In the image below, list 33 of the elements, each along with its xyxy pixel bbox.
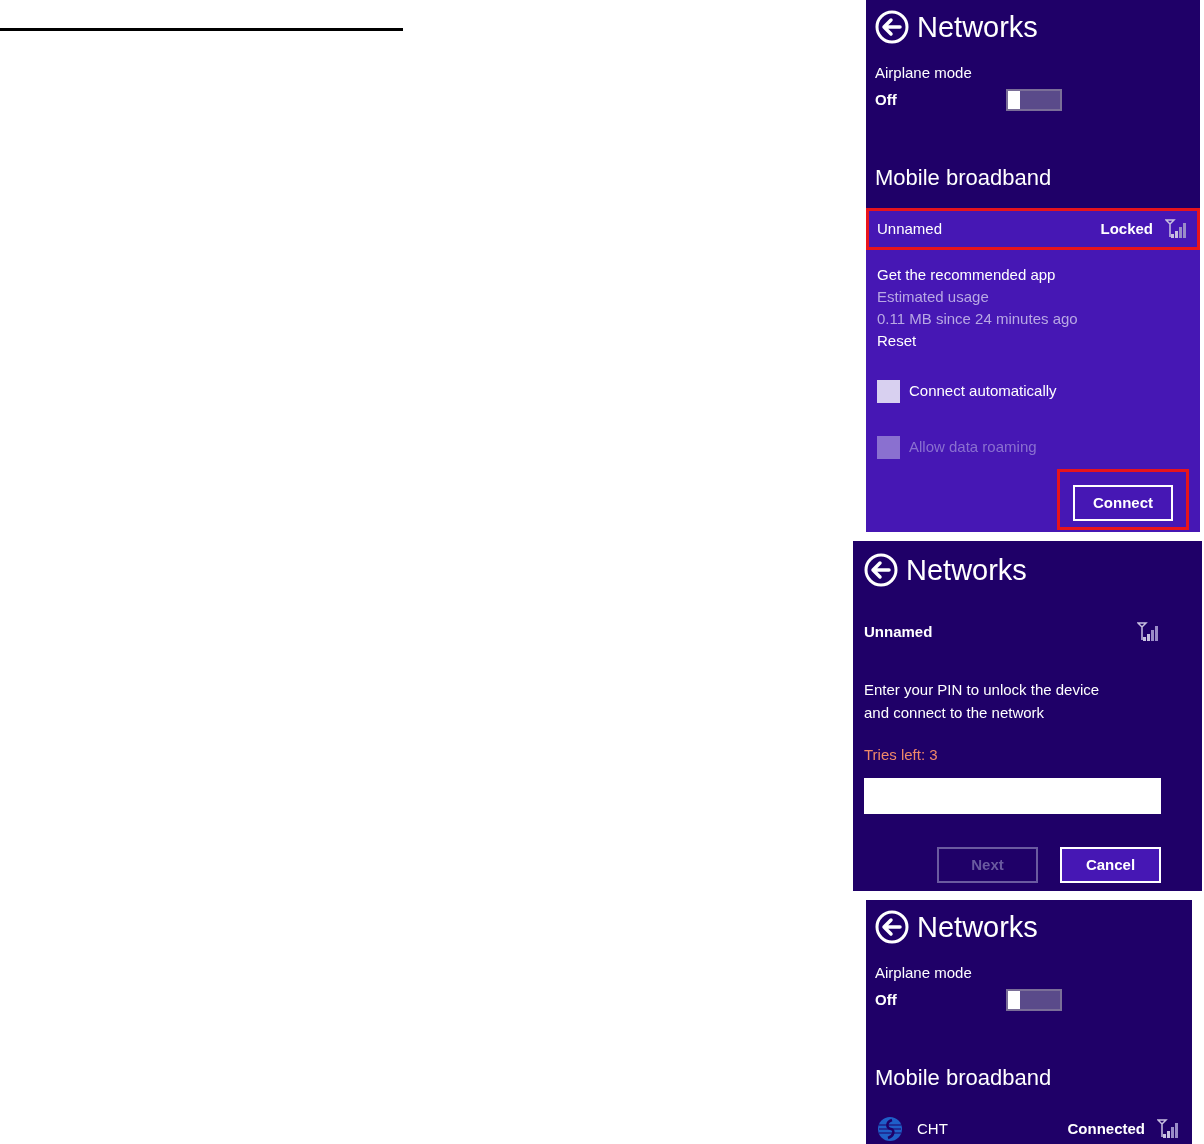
airplane-mode-toggle[interactable]	[1006, 88, 1062, 111]
network-status: Locked	[1100, 218, 1153, 239]
recommended-app-link[interactable]: Get the recommended app	[877, 264, 1189, 286]
airplane-mode-label: Airplane mode	[875, 963, 973, 983]
airplane-mode-value: Off	[875, 89, 898, 110]
panel-title: Networks	[917, 12, 1038, 42]
checkbox-label: Connect automatically	[909, 381, 1057, 402]
panel-title: Networks	[906, 555, 1027, 585]
carrier-logo-icon	[877, 1116, 903, 1142]
checkbox-label: Allow data roaming	[909, 437, 1037, 458]
cancel-button[interactable]: Cancel	[1060, 847, 1161, 883]
tries-left-text: Tries left: 3	[864, 744, 939, 765]
airplane-mode-value: Off	[875, 989, 898, 1010]
section-heading: Mobile broadband	[875, 1064, 1053, 1092]
usage-value: 0.11 MB since 24 minutes ago	[877, 309, 1079, 329]
network-name: Unnamed	[877, 218, 944, 239]
network-item[interactable]: Unnamed Locked	[866, 208, 1200, 250]
pin-field[interactable]	[864, 778, 1161, 814]
signal-strength-icon	[1137, 622, 1161, 643]
checkbox[interactable]	[877, 380, 900, 403]
signal-strength-icon	[1157, 1119, 1181, 1139]
airplane-mode-label: Airplane mode	[875, 63, 973, 83]
connect-button[interactable]: Connect	[1073, 485, 1173, 521]
pin-instructions: Enter your PIN to unlock the device and connect to the network	[864, 679, 1101, 723]
signal-strength-icon	[1165, 219, 1189, 239]
panel-title: Networks	[917, 912, 1038, 942]
airplane-mode-toggle[interactable]	[1006, 988, 1062, 1011]
section-heading: Mobile broadband	[875, 164, 1053, 192]
network-name: CHT	[917, 1118, 949, 1139]
network-name: Unnamed	[864, 622, 933, 642]
reset-link[interactable]: Reset	[877, 330, 917, 352]
usage-label: Estimated usage	[877, 287, 990, 307]
network-status: Connected	[1067, 1118, 1145, 1139]
